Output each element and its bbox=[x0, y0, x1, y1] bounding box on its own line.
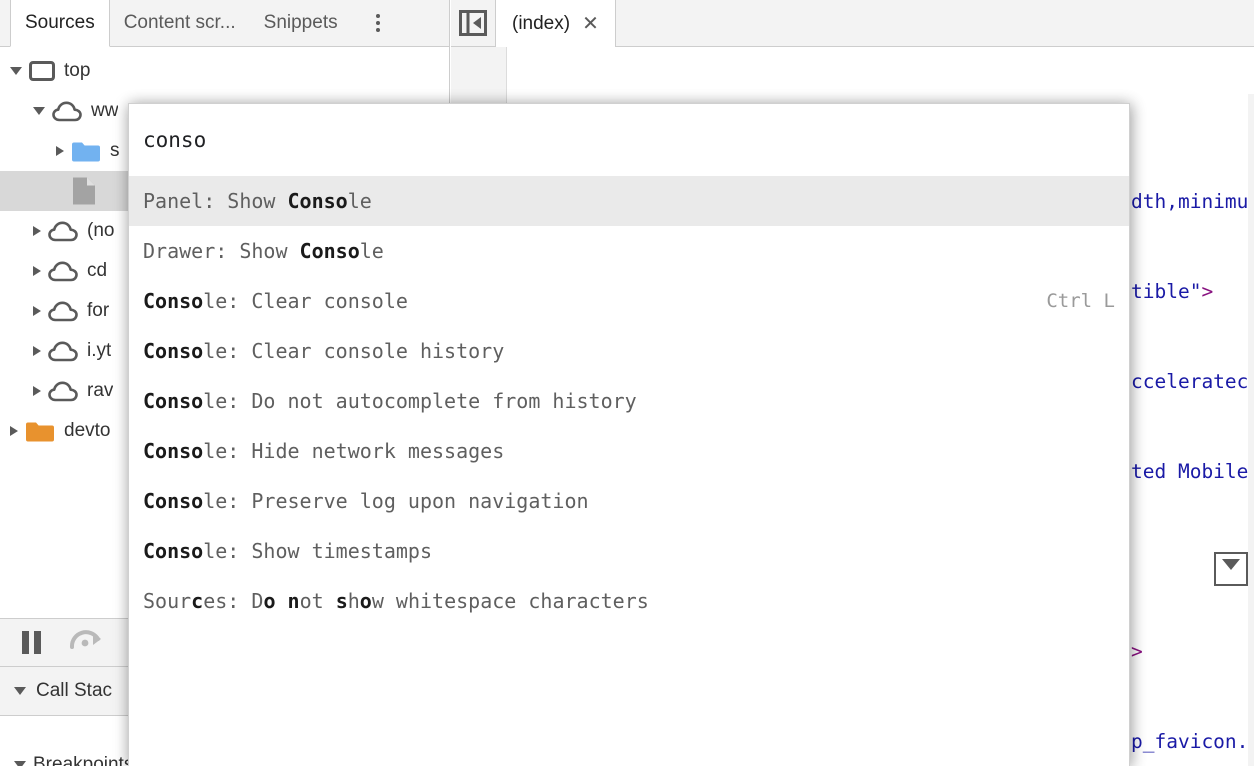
command-item-preserve-log[interactable]: Console: Preserve log upon navigation bbox=[129, 476, 1129, 526]
command-item-label: Console: Preserve log upon navigation bbox=[143, 489, 589, 513]
tab-snippets-label: Snippets bbox=[263, 12, 338, 33]
show-navigator-icon[interactable] bbox=[451, 0, 495, 46]
folder-blue-icon bbox=[71, 140, 101, 163]
editor-scrollbar[interactable] bbox=[1248, 94, 1254, 766]
command-item-label: Console: Hide network messages bbox=[143, 439, 505, 463]
command-menu-dialog: Panel: Show Console Drawer: Show Console… bbox=[128, 103, 1130, 766]
command-item-show-timestamps[interactable]: Console: Show timestamps bbox=[129, 526, 1129, 576]
chevron-down-icon bbox=[14, 687, 26, 695]
code-fragment: cceleratec bbox=[1131, 370, 1249, 393]
chevron-down-icon bbox=[14, 761, 26, 766]
breakpoints-section-header[interactable]: Breakpoints bbox=[14, 754, 133, 766]
code-overflow-fragments: dth,minimu tible"> cceleratec ted Mobile… bbox=[1131, 127, 1248, 766]
folder-orange-icon bbox=[25, 420, 55, 443]
tab-content-scripts-label: Content scr... bbox=[123, 12, 236, 33]
chevron-right-icon[interactable] bbox=[56, 146, 64, 156]
editor-tab-index[interactable]: (index) ✕ bbox=[495, 0, 616, 47]
command-item-no-autocomplete-history[interactable]: Console: Do not autocomplete from histor… bbox=[129, 376, 1129, 426]
tree-item-devtools-label: devto bbox=[64, 420, 111, 441]
command-item-label: Sources: Do not show whitespace characte… bbox=[143, 589, 649, 613]
tree-item-for-label: for bbox=[87, 300, 110, 321]
command-item-shortcut: Ctrl L bbox=[1046, 290, 1115, 312]
tree-item-iyt-label: i.yt bbox=[87, 340, 112, 361]
command-item-hide-network-messages[interactable]: Console: Hide network messages bbox=[129, 426, 1129, 476]
tab-sources-label: Sources bbox=[25, 12, 95, 33]
command-item-drawer-show-console[interactable]: Drawer: Show Console bbox=[129, 226, 1129, 276]
command-menu-input[interactable] bbox=[143, 128, 1115, 152]
cloud-icon bbox=[48, 301, 78, 322]
tree-item-folder-s-label: s bbox=[110, 140, 120, 161]
command-item-label: Panel: Show Console bbox=[143, 189, 372, 213]
code-fragment: p_favicon. bbox=[1131, 730, 1249, 753]
deactivate-breakpoints-icon[interactable] bbox=[67, 626, 107, 659]
command-menu-input-row bbox=[129, 104, 1129, 176]
editor-tabbar: (index) ✕ bbox=[451, 0, 1254, 47]
command-item-whitespace-characters[interactable]: Sources: Do not show whitespace characte… bbox=[129, 576, 1129, 626]
close-icon[interactable]: ✕ bbox=[582, 14, 599, 34]
code-fragment: tible"> bbox=[1131, 280, 1214, 303]
cloud-icon bbox=[48, 381, 78, 402]
chevron-right-icon[interactable] bbox=[33, 226, 41, 236]
chevron-down-boxed-icon[interactable] bbox=[1214, 552, 1248, 586]
tree-item-rav-label: rav bbox=[87, 380, 114, 401]
tab-snippets[interactable]: Snippets bbox=[250, 0, 352, 46]
tree-item-top[interactable]: top bbox=[0, 51, 449, 91]
chevron-right-icon[interactable] bbox=[33, 346, 41, 356]
code-fragment: > bbox=[1131, 640, 1143, 663]
cloud-icon bbox=[52, 101, 82, 122]
command-item-label: Drawer: Show Console bbox=[143, 239, 384, 263]
cloud-icon bbox=[48, 261, 78, 282]
breakpoints-label: Breakpoints bbox=[33, 754, 134, 766]
command-item-label: Console: Clear console history bbox=[143, 339, 505, 363]
call-stack-label: Call Stac bbox=[36, 680, 113, 701]
tab-content-scripts[interactable]: Content scr... bbox=[110, 0, 250, 46]
chevron-right-icon[interactable] bbox=[10, 426, 18, 436]
chevron-right-icon[interactable] bbox=[33, 386, 41, 396]
chevron-down-icon[interactable] bbox=[33, 107, 45, 115]
pause-icon[interactable] bbox=[22, 631, 41, 654]
command-menu-results: Panel: Show Console Drawer: Show Console… bbox=[129, 176, 1129, 766]
command-item-label: Console: Show timestamps bbox=[143, 539, 432, 563]
cloud-icon bbox=[48, 341, 78, 362]
command-item-clear-console-history[interactable]: Console: Clear console history bbox=[129, 326, 1129, 376]
file-icon bbox=[71, 176, 97, 206]
more-vertical-icon[interactable] bbox=[358, 0, 398, 46]
chevron-right-icon[interactable] bbox=[33, 306, 41, 316]
frame-icon bbox=[29, 61, 55, 81]
navigator-tabbar: Sources Content scr... Snippets bbox=[0, 0, 449, 47]
command-item-label: Console: Do not autocomplete from histor… bbox=[143, 389, 637, 413]
tree-item-no-label: (no bbox=[87, 220, 115, 241]
chevron-down-icon[interactable] bbox=[10, 67, 22, 75]
tab-sources[interactable]: Sources bbox=[10, 0, 110, 47]
command-item-clear-console[interactable]: Console: Clear console Ctrl L bbox=[129, 276, 1129, 326]
tree-item-top-label: top bbox=[64, 60, 91, 81]
tree-item-cd-label: cd bbox=[87, 260, 108, 281]
chevron-right-icon[interactable] bbox=[33, 266, 41, 276]
code-fragment: ted Mobile bbox=[1131, 460, 1249, 483]
code-fragment: dth,minimu bbox=[1131, 190, 1249, 213]
devtools-window: Sources Content scr... Snippets top ww s… bbox=[0, 0, 1254, 766]
command-item-panel-show-console[interactable]: Panel: Show Console bbox=[129, 176, 1129, 226]
command-item-label: Console: Clear console bbox=[143, 289, 408, 313]
editor-tab-index-label: (index) bbox=[512, 12, 571, 34]
cloud-icon bbox=[48, 221, 78, 242]
tree-item-ww-label: ww bbox=[91, 100, 119, 121]
